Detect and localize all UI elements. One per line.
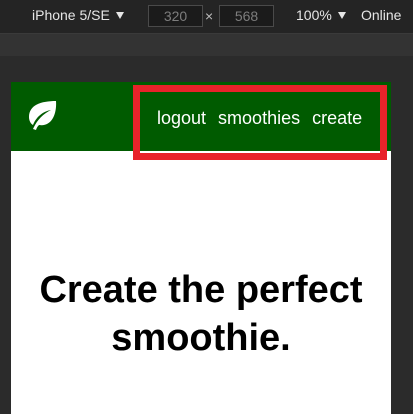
leaf-icon[interactable] [23,99,59,131]
hero-title: Create the perfect smoothie. [39,269,363,359]
height-input[interactable] [219,5,274,27]
dimension-separator: × [205,8,214,24]
chevron-down-icon [337,12,346,19]
width-input[interactable] [148,5,203,27]
throttle-label: Online [361,7,402,23]
chevron-down-icon [115,12,124,19]
throttle-select[interactable]: Online [361,7,401,23]
device-select[interactable]: iPhone 5/SE [32,7,124,23]
zoom-select[interactable]: 100% [296,7,346,23]
device-label: iPhone 5/SE [32,7,110,23]
zoom-label: 100% [296,7,332,23]
media-query-bar [0,34,413,56]
highlight-annotation [133,85,387,160]
devtools-toolbar: iPhone 5/SE × 100% Online [0,0,413,33]
